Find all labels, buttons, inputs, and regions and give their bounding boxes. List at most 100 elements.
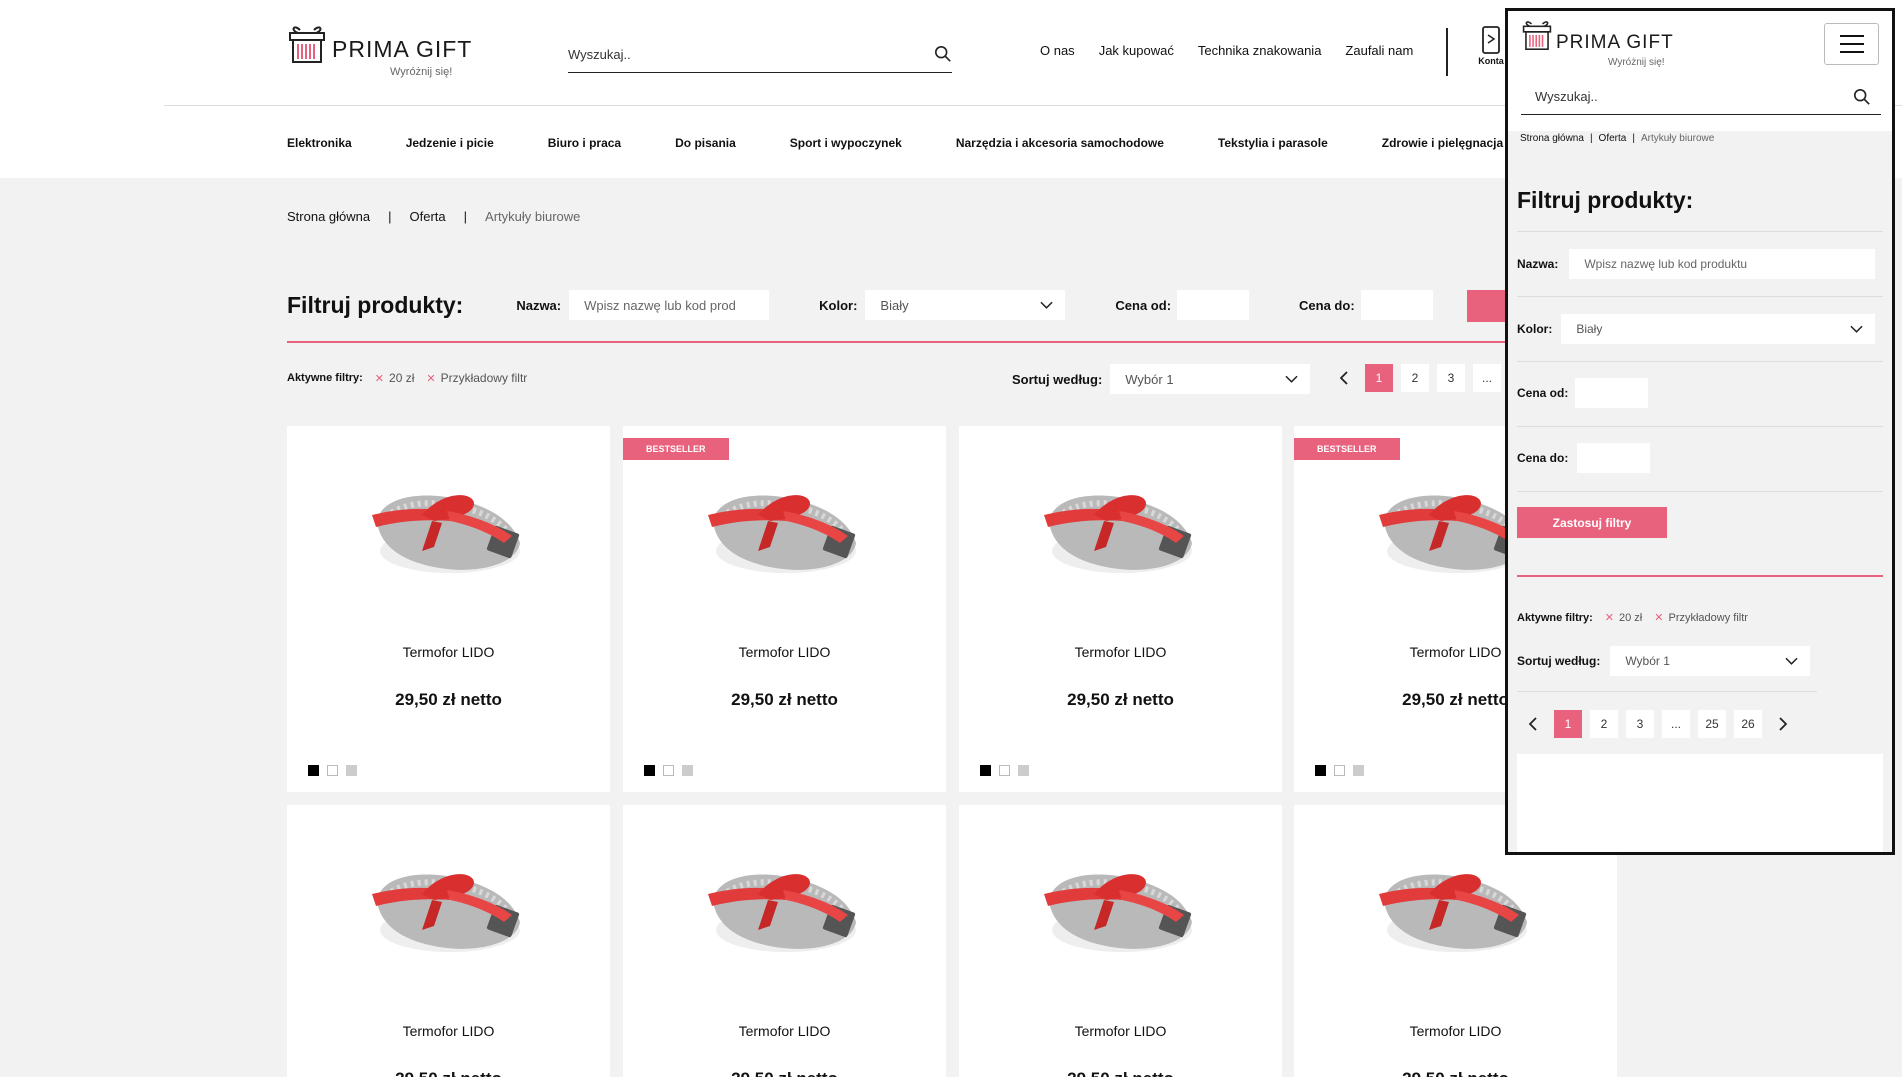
price-from-label: Cena od: bbox=[1115, 297, 1172, 313]
hamburger-menu-button[interactable] bbox=[1824, 23, 1879, 65]
category-textiles-umbrellas[interactable]: Tekstylia i parasole bbox=[1218, 136, 1328, 150]
apply-filters-button[interactable] bbox=[1467, 290, 1507, 322]
page-1[interactable]: 1 bbox=[1365, 364, 1393, 392]
page-3[interactable]: 3 bbox=[1437, 364, 1465, 392]
swatch-black[interactable] bbox=[644, 765, 655, 776]
product-name[interactable]: Termofor LIDO bbox=[1294, 1023, 1617, 1039]
product-card[interactable]: Termofor LIDO 29,50 zł netto bbox=[287, 426, 610, 792]
product-name[interactable]: Termofor LIDO bbox=[287, 644, 610, 660]
contact-button[interactable]: Konta bbox=[1476, 26, 1506, 66]
breadcrumb-home[interactable]: Strona główna bbox=[1520, 133, 1584, 144]
remove-filter-icon[interactable]: ✕ bbox=[1605, 611, 1614, 624]
breadcrumb-offer[interactable]: Oferta bbox=[1599, 133, 1627, 144]
sort-label: Sortuj według: bbox=[1517, 654, 1601, 668]
apply-filters-button[interactable]: Zastosuj filtry bbox=[1517, 507, 1667, 538]
mobile-logo[interactable]: PRIMA GIFT Wyróżnij się! bbox=[1522, 19, 1674, 68]
name-filter-label: Nazwa: bbox=[516, 297, 562, 313]
logo[interactable]: PRIMA GIFT Wyróżnij się! bbox=[288, 24, 472, 78]
product-image[interactable] bbox=[1369, 860, 1539, 970]
page-3[interactable]: 3 bbox=[1626, 710, 1654, 738]
search-input[interactable]: Wyszukaj.. bbox=[568, 36, 952, 73]
page-2[interactable]: 2 bbox=[1590, 710, 1618, 738]
mobile-price-from: Cena od: bbox=[1517, 378, 1649, 408]
product-image[interactable] bbox=[698, 860, 868, 970]
product-card[interactable]: BESTSELLER Termofor LIDO 29,50 zł netto bbox=[623, 426, 946, 792]
price-to-input[interactable] bbox=[1360, 290, 1433, 320]
gift-logo-icon bbox=[288, 24, 326, 64]
category-writing[interactable]: Do pisania bbox=[675, 136, 736, 150]
breadcrumb-home[interactable]: Strona główna bbox=[287, 209, 370, 224]
price-from-input[interactable] bbox=[1177, 290, 1250, 320]
topnav-how-to-buy[interactable]: Jak kupować bbox=[1099, 43, 1174, 58]
category-food-drink[interactable]: Jedzenie i picie bbox=[406, 136, 494, 150]
page-2[interactable]: 2 bbox=[1401, 364, 1429, 392]
product-image[interactable] bbox=[362, 481, 532, 591]
active-filters: Aktywne filtry: ✕ 20 zł ✕ Przykładowy fi… bbox=[287, 371, 527, 385]
product-image[interactable] bbox=[1034, 481, 1204, 591]
product-card[interactable]: Termofor LIDO 29,50 zł netto bbox=[959, 805, 1282, 1077]
category-sport-leisure[interactable]: Sport i wypoczynek bbox=[790, 136, 902, 150]
topnav-trusted-us[interactable]: Zaufali nam bbox=[1345, 43, 1413, 58]
color-filter-select[interactable]: Biały bbox=[865, 290, 1066, 320]
search-icon[interactable] bbox=[934, 45, 952, 63]
active-filter-chip[interactable]: Przykładowy filtr bbox=[1668, 612, 1747, 624]
price-to-label: Cena do: bbox=[1299, 297, 1355, 313]
page-26[interactable]: 26 bbox=[1734, 710, 1762, 738]
swatch-black[interactable] bbox=[1315, 765, 1326, 776]
product-price: 29,50 zł netto bbox=[959, 1069, 1282, 1077]
swatch-white[interactable] bbox=[1334, 765, 1345, 776]
swatch-black[interactable] bbox=[308, 765, 319, 776]
topnav-about[interactable]: O nas bbox=[1040, 43, 1075, 58]
remove-filter-icon[interactable]: ✕ bbox=[426, 372, 435, 385]
prev-page-button[interactable] bbox=[1331, 364, 1357, 392]
product-name[interactable]: Termofor LIDO bbox=[287, 1023, 610, 1039]
name-filter-input[interactable]: Wpisz nazwę lub kod prod bbox=[569, 290, 770, 320]
swatch-gray[interactable] bbox=[682, 765, 693, 776]
name-filter-input[interactable]: Wpisz nazwę lub kod produktu bbox=[1569, 249, 1876, 279]
swatch-white[interactable] bbox=[663, 765, 674, 776]
product-image[interactable] bbox=[362, 860, 532, 970]
color-swatches bbox=[644, 765, 693, 776]
product-price: 29,50 zł netto bbox=[1067, 690, 1174, 709]
swatch-white[interactable] bbox=[999, 765, 1010, 776]
page-25[interactable]: 25 bbox=[1698, 710, 1726, 738]
breadcrumb-offer[interactable]: Oferta bbox=[410, 209, 446, 224]
category-office-work[interactable]: Biuro i praca bbox=[548, 136, 621, 150]
swatch-gray[interactable] bbox=[1353, 765, 1364, 776]
product-name[interactable]: Termofor LIDO bbox=[623, 1023, 946, 1039]
swatch-gray[interactable] bbox=[1018, 765, 1029, 776]
remove-filter-icon[interactable]: ✕ bbox=[375, 372, 384, 385]
category-health-care[interactable]: Zdrowie i pielęgnacja bbox=[1382, 136, 1503, 150]
product-name[interactable]: Termofor LIDO bbox=[959, 644, 1282, 660]
next-page-button[interactable] bbox=[1770, 710, 1796, 738]
remove-filter-icon[interactable]: ✕ bbox=[1654, 611, 1663, 624]
category-tools-automotive[interactable]: Narzędzia i akcesoria samochodowe bbox=[956, 136, 1164, 150]
sort-select[interactable]: Wybór 1 bbox=[1110, 364, 1311, 394]
product-image[interactable] bbox=[1034, 860, 1204, 970]
page-1[interactable]: 1 bbox=[1554, 710, 1582, 738]
active-filter-chip[interactable]: 20 zł bbox=[389, 371, 414, 385]
product-card[interactable]: Termofor LIDO 29,50 zł netto bbox=[959, 426, 1282, 792]
active-filter-chip[interactable]: Przykładowy filtr bbox=[441, 371, 528, 385]
product-name[interactable]: Termofor LIDO bbox=[623, 644, 946, 660]
product-image[interactable] bbox=[698, 481, 868, 591]
contact-label: Konta bbox=[1478, 56, 1504, 66]
product-card[interactable] bbox=[1517, 754, 1883, 852]
product-card[interactable]: Termofor LIDO 29,50 zł netto bbox=[623, 805, 946, 1077]
color-filter-select[interactable]: Biały bbox=[1561, 314, 1876, 344]
swatch-gray[interactable] bbox=[346, 765, 357, 776]
price-from-input[interactable] bbox=[1575, 378, 1649, 408]
swatch-black[interactable] bbox=[980, 765, 991, 776]
swatch-white[interactable] bbox=[327, 765, 338, 776]
prev-page-button[interactable] bbox=[1520, 710, 1546, 738]
search-icon[interactable] bbox=[1853, 88, 1871, 106]
sort-select[interactable]: Wybór 1 bbox=[1610, 646, 1811, 676]
product-card[interactable]: Termofor LIDO 29,50 zł netto bbox=[287, 805, 610, 1077]
product-name[interactable]: Termofor LIDO bbox=[959, 1023, 1282, 1039]
active-filter-chip[interactable]: 20 zł bbox=[1619, 612, 1642, 624]
category-electronics[interactable]: Elektronika bbox=[287, 136, 352, 150]
topnav-marking-technique[interactable]: Technika znakowania bbox=[1198, 43, 1322, 58]
price-to-input[interactable] bbox=[1577, 443, 1651, 473]
color-filter-label: Kolor: bbox=[819, 297, 858, 313]
mobile-search-input[interactable]: Wyszukaj.. bbox=[1521, 79, 1881, 115]
